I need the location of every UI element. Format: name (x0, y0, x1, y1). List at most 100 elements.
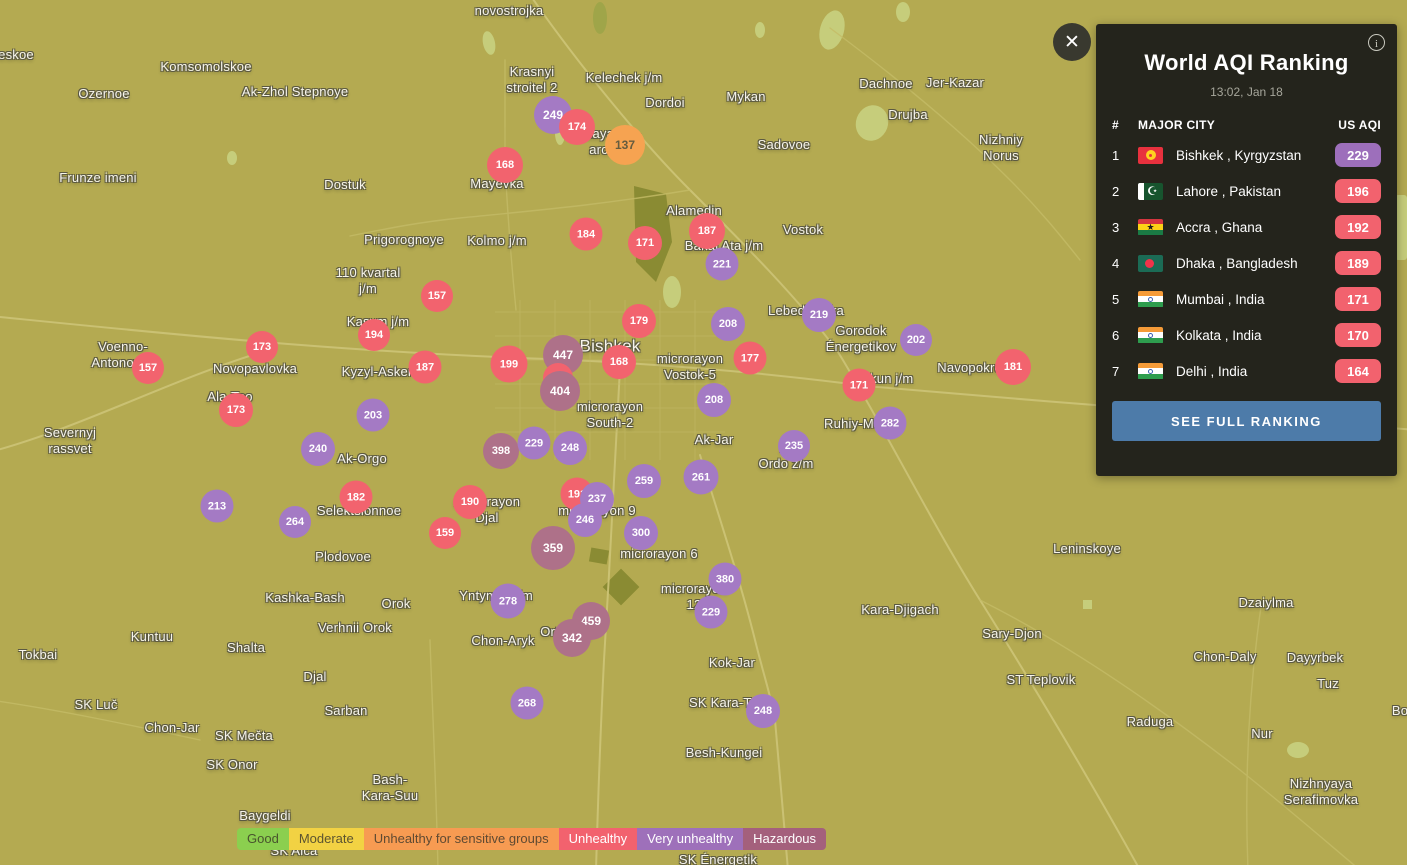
aqi-badge: 196 (1335, 179, 1381, 203)
aqi-marker[interactable]: 187 (689, 213, 725, 249)
aqi-marker[interactable]: 157 (132, 352, 164, 384)
rank-number: 2 (1112, 184, 1138, 199)
aqi-marker[interactable]: 179 (622, 304, 656, 338)
aqi-marker[interactable]: 171 (628, 226, 662, 260)
legend-item-very-unhealthy: Very unhealthy (637, 828, 743, 850)
panel-timestamp: 13:02, Jan 18 (1112, 85, 1381, 99)
aqi-marker[interactable]: 246 (568, 503, 602, 537)
rank-number: 6 (1112, 328, 1138, 343)
aqi-marker[interactable]: 235 (778, 430, 810, 462)
legend-item-good: Good (237, 828, 289, 850)
flag-ghana-icon: ★ (1138, 219, 1163, 236)
ranking-rows: 1 Bishkek , Kyrgyzstan229 2☪ Lahore , Pakis… (1112, 137, 1381, 389)
aqi-marker[interactable]: 208 (697, 383, 731, 417)
aqi-badge: 171 (1335, 287, 1381, 311)
aqi-marker[interactable]: 213 (201, 490, 234, 523)
aqi-marker[interactable]: 137 (605, 125, 645, 165)
ranking-row[interactable]: 3★ Accra , Ghana192 (1112, 209, 1381, 245)
panel-title: World AQI Ranking (1112, 50, 1381, 76)
flag-kyrgyzstan-icon (1138, 147, 1163, 164)
aqi-marker[interactable]: 203 (357, 399, 390, 432)
close-icon: ✕ (1064, 31, 1080, 54)
aqi-marker[interactable]: 398 (483, 433, 519, 469)
aqi-marker[interactable]: 359 (531, 526, 575, 570)
aqi-marker[interactable]: 342 (553, 619, 591, 657)
aqi-marker[interactable]: 282 (874, 407, 907, 440)
legend-item-unhealthy: Unhealthy (559, 828, 638, 850)
aqi-marker[interactable]: 229 (695, 596, 728, 629)
aqi-marker[interactable]: 240 (301, 432, 335, 466)
rank-number: 7 (1112, 364, 1138, 379)
aqi-marker[interactable]: 168 (602, 345, 636, 379)
flag-india-icon (1138, 291, 1163, 308)
city-name: Lahore , Pakistan (1176, 184, 1335, 199)
rank-number: 3 (1112, 220, 1138, 235)
aqi-marker[interactable]: 182 (340, 481, 373, 514)
aqi-badge: 229 (1335, 143, 1381, 167)
aqi-badge: 170 (1335, 323, 1381, 347)
column-city: MAJOR CITY (1138, 118, 1329, 132)
aqi-marker[interactable]: 194 (358, 319, 390, 351)
legend-item-unhealthy-for-sensitive-groups: Unhealthy for sensitive groups (364, 828, 559, 850)
aqi-legend: GoodModerateUnhealthy for sensitive grou… (237, 828, 826, 850)
aqi-marker[interactable]: 221 (706, 248, 739, 281)
aqi-marker[interactable]: 229 (518, 427, 551, 460)
city-name: Kolkata , India (1176, 328, 1335, 343)
info-icon[interactable]: i (1368, 34, 1385, 51)
aqi-marker[interactable]: 300 (624, 516, 658, 550)
aqi-badge: 164 (1335, 359, 1381, 383)
column-aqi: US AQI (1329, 118, 1381, 132)
aqi-marker[interactable]: 264 (279, 506, 311, 538)
aqi-marker[interactable]: 259 (627, 464, 661, 498)
aqi-marker[interactable]: 261 (684, 460, 719, 495)
flag-bangladesh-icon (1138, 255, 1163, 272)
flag-pakistan-icon: ☪ (1138, 183, 1163, 200)
ranking-row[interactable]: 2☪ Lahore , Pakistan196 (1112, 173, 1381, 209)
flag-india-icon (1138, 363, 1163, 380)
ranking-row[interactable]: 5 Mumbai , India171 (1112, 281, 1381, 317)
aqi-badge: 189 (1335, 251, 1381, 275)
aqi-marker[interactable]: 177 (734, 342, 767, 375)
aqi-marker[interactable]: 202 (900, 324, 932, 356)
aqi-marker[interactable]: 187 (409, 351, 442, 384)
map-canvas[interactable]: novostrojkaeskoeKomsomolskoeOzernoeAk-Zh… (0, 0, 1407, 865)
aqi-marker[interactable]: 168 (487, 147, 523, 183)
rank-number: 1 (1112, 148, 1138, 163)
flag-india-icon (1138, 327, 1163, 344)
aqi-marker[interactable]: 174 (559, 109, 595, 145)
aqi-marker[interactable]: 190 (453, 485, 487, 519)
city-name: Mumbai , India (1176, 292, 1335, 307)
ranking-row[interactable]: 4 Dhaka , Bangladesh189 (1112, 245, 1381, 281)
city-name: Bishkek , Kyrgyzstan (1176, 148, 1335, 163)
rank-number: 5 (1112, 292, 1138, 307)
aqi-marker[interactable]: 208 (711, 307, 745, 341)
aqi-marker[interactable]: 248 (553, 431, 587, 465)
aqi-marker[interactable]: 278 (491, 584, 526, 619)
aqi-marker[interactable]: 199 (491, 346, 528, 383)
aqi-marker[interactable]: 380 (709, 563, 742, 596)
aqi-marker[interactable]: 219 (802, 298, 836, 332)
aqi-marker[interactable]: 268 (511, 687, 544, 720)
aqi-marker[interactable]: 171 (843, 369, 876, 402)
world-aqi-ranking-panel: i World AQI Ranking 13:02, Jan 18 # MAJO… (1096, 24, 1397, 476)
aqi-marker[interactable]: 248 (746, 694, 780, 728)
ranking-row[interactable]: 6 Kolkata , India170 (1112, 317, 1381, 353)
rank-number: 4 (1112, 256, 1138, 271)
aqi-marker[interactable]: 181 (995, 349, 1031, 385)
legend-item-moderate: Moderate (289, 828, 364, 850)
aqi-badge: 192 (1335, 215, 1381, 239)
aqi-marker[interactable]: 173 (246, 331, 278, 363)
aqi-marker[interactable]: 157 (421, 280, 453, 312)
city-name: Dhaka , Bangladesh (1176, 256, 1335, 271)
column-rank: # (1112, 118, 1138, 132)
aqi-marker[interactable]: 173 (219, 393, 253, 427)
ranking-row[interactable]: 7 Delhi , India164 (1112, 353, 1381, 389)
close-panel-button[interactable]: ✕ (1053, 23, 1091, 61)
aqi-marker[interactable]: 184 (570, 218, 603, 251)
aqi-marker[interactable]: 159 (429, 517, 461, 549)
city-name: Delhi , India (1176, 364, 1335, 379)
city-name: Accra , Ghana (1176, 220, 1335, 235)
see-full-ranking-button[interactable]: SEE FULL RANKING (1112, 401, 1381, 441)
aqi-marker[interactable]: 404 (540, 371, 580, 411)
ranking-row[interactable]: 1 Bishkek , Kyrgyzstan229 (1112, 137, 1381, 173)
